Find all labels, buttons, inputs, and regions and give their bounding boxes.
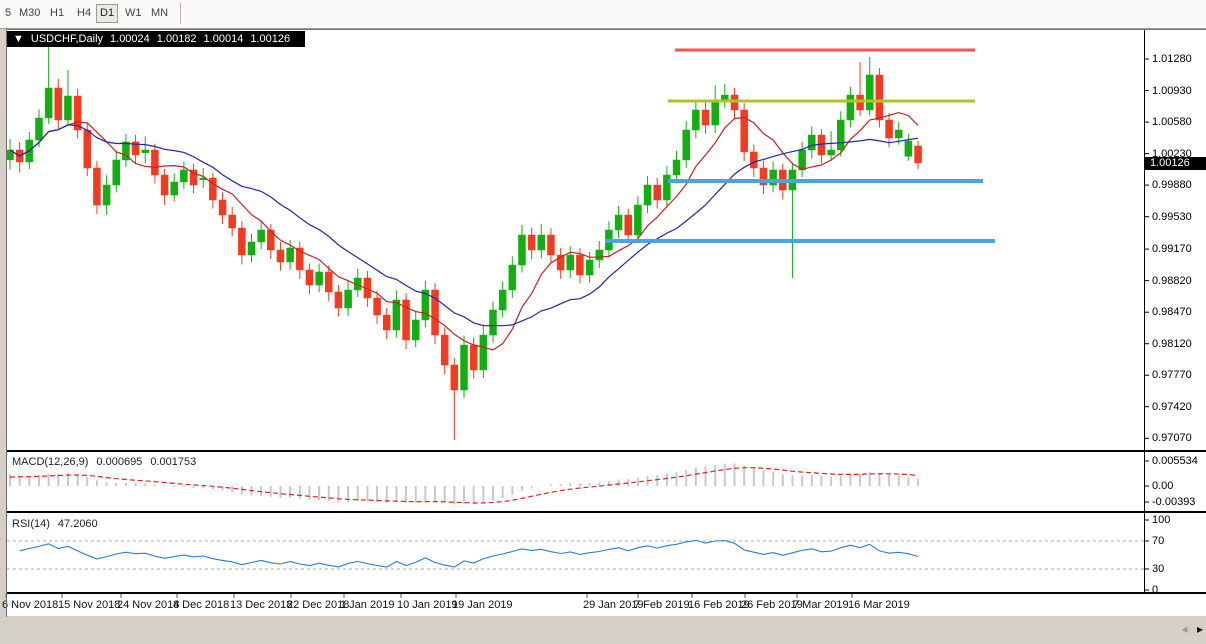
price-axis-label: 0.99880 [1152, 179, 1192, 191]
price-axis-label: 1.00580 [1152, 116, 1192, 128]
rsi-axis-label: 70 [1152, 535, 1164, 547]
tab-scroll-arrows: ◂ ▸ [1176, 622, 1203, 636]
macd-signal-value: 0.001753 [150, 456, 196, 468]
date-axis-label: 7 Feb 2019 [634, 599, 690, 611]
date-axis-label: 16 Mar 2019 [848, 599, 910, 611]
rsi-axis-label: 30 [1152, 563, 1164, 575]
timeframe-button-5[interactable]: 5 [2, 5, 14, 22]
tab-scroll-right-icon[interactable]: ▸ [1197, 622, 1203, 636]
timeframe-button-mn[interactable]: MN [148, 5, 171, 22]
date-axis-label: 4 Dec 2018 [173, 599, 229, 611]
macd-axis-label: -0.00393 [1152, 496, 1195, 508]
timeframe-button-h4[interactable]: H4 [74, 5, 94, 22]
date-axis-label: 1 Jan 2019 [340, 599, 394, 611]
rsi-name: RSI(14) [12, 518, 50, 530]
current-price-badge: 1.00126 [1145, 157, 1206, 170]
toolbar-separator [180, 3, 181, 24]
date-axis-label: 24 Nov 2018 [117, 599, 179, 611]
price-axis-label: 0.97420 [1152, 401, 1192, 413]
timeframe-button-d1[interactable]: D1 [96, 4, 118, 23]
price-axis-label: 0.99170 [1152, 243, 1192, 255]
date-axis-label: 10 Jan 2019 [397, 599, 458, 611]
price-axis-label: 0.98470 [1152, 306, 1192, 318]
timeframe-toolbar: 5M30H1 H4D1W1MN [0, 0, 1206, 29]
window-left-border [6, 28, 7, 617]
ohlc-open: 1.00024 [110, 33, 150, 45]
macd-indicator-label: MACD(12,26,9) 0.000695 0.001753 [12, 456, 204, 468]
timeframe-button-m30[interactable]: M30 [16, 5, 43, 22]
price-axis-label: 0.99530 [1152, 211, 1192, 223]
tab-scroll-left-icon[interactable]: ◂ [1182, 622, 1188, 636]
chart-symbol-label: USDCHF,Daily [31, 33, 103, 45]
price-axis-label: 0.97770 [1152, 369, 1192, 381]
rsi-indicator-label: RSI(14) 47.2060 [12, 518, 106, 530]
dropdown-caret-icon[interactable]: ▼ [13, 33, 24, 45]
rsi-axis-label: 100 [1152, 514, 1170, 526]
price-axis-label: 0.98820 [1152, 275, 1192, 287]
macd-name: MACD(12,26,9) [12, 456, 88, 468]
date-axis-label: 13 Dec 2018 [230, 599, 292, 611]
price-axis-label: 0.97070 [1152, 432, 1192, 444]
price-axis-label: 1.01280 [1152, 53, 1192, 65]
timeframe-button-h1[interactable]: H1 [47, 5, 67, 22]
macd-axis-label: 0.00 [1152, 480, 1173, 492]
ohlc-high: 1.00182 [157, 33, 197, 45]
chart-title-bar: ▼ USDCHF,Daily 1.00024 1.00182 1.00014 1.0012… [7, 31, 305, 47]
macd-axis-label: 0.005534 [1152, 455, 1198, 467]
macd-main-value: 0.000695 [96, 456, 142, 468]
date-axis-label: 15 Nov 2018 [58, 599, 120, 611]
chart-background[interactable] [7, 29, 1206, 616]
rsi-axis-label: 0 [1152, 584, 1158, 596]
rsi-value: 47.2060 [58, 518, 98, 530]
date-axis-label: 6 Nov 2018 [2, 599, 58, 611]
date-axis-label: 7 Mar 2019 [793, 599, 849, 611]
timeframe-button-w1[interactable]: W1 [122, 5, 145, 22]
price-axis-label: 0.98120 [1152, 338, 1192, 350]
ohlc-close: 1.00126 [250, 33, 290, 45]
date-axis-label: 19 Jan 2019 [452, 599, 513, 611]
price-axis-label: 1.00930 [1152, 85, 1192, 97]
ohlc-low: 1.00014 [204, 33, 244, 45]
